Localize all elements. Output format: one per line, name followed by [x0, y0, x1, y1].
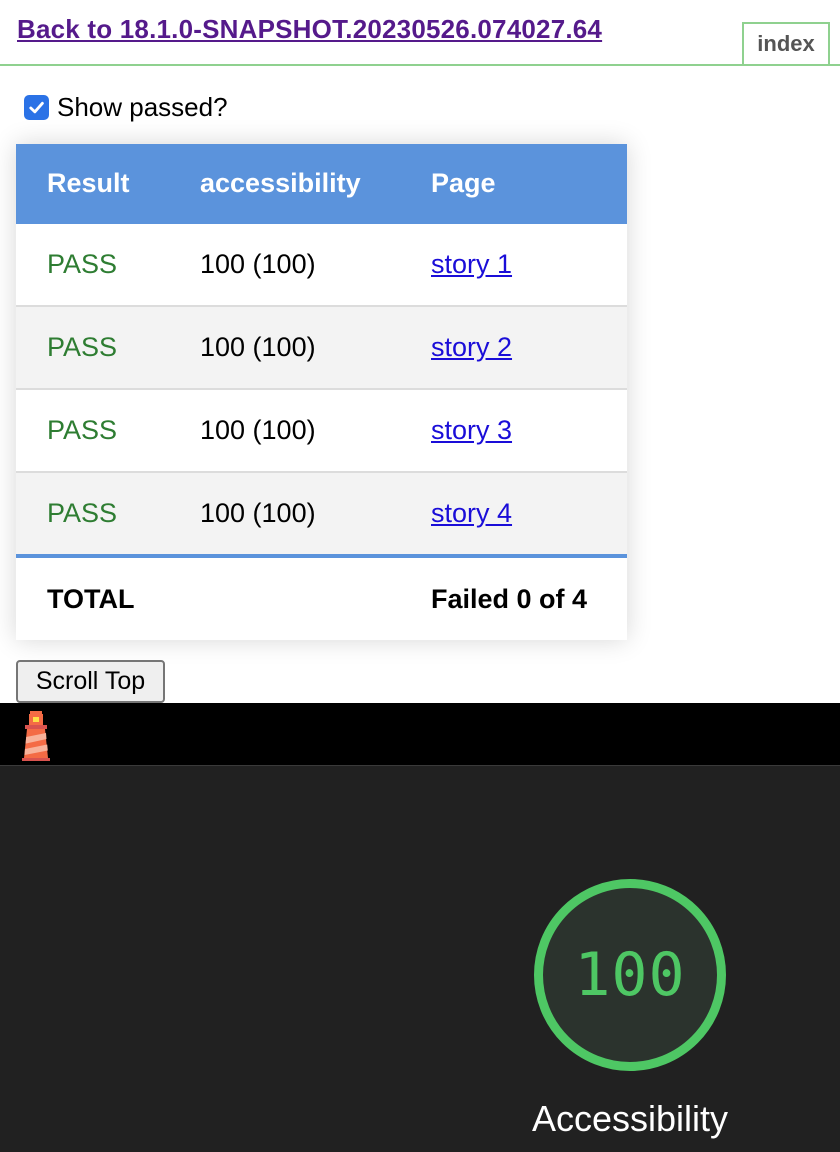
result-cell: PASS: [47, 498, 118, 528]
story-link[interactable]: story 3: [431, 415, 512, 446]
result-cell: PASS: [47, 332, 118, 362]
story-link[interactable]: story 2: [431, 332, 512, 363]
show-passed-checkbox[interactable]: [24, 94, 49, 120]
lighthouse-topbar: [0, 703, 840, 766]
results-table: Result accessibility Page PASS 100 (100)…: [16, 144, 627, 640]
accessibility-cell: 100 (100): [200, 332, 316, 362]
show-passed-label: Show passed?: [57, 91, 228, 122]
top-bar: Back to 18.1.0-SNAPSHOT.20230526.074027.…: [0, 0, 840, 66]
accessibility-cell: 100 (100): [200, 249, 316, 279]
show-passed-toggle[interactable]: Show passed?: [24, 90, 228, 124]
story-link[interactable]: story 1: [431, 249, 512, 280]
column-header-result: Result: [47, 168, 130, 198]
table-row: PASS 100 (100) story 1: [16, 224, 627, 307]
column-header-accessibility: accessibility: [200, 168, 361, 198]
gauge-category-label: Accessibility: [531, 1098, 729, 1139]
scroll-top-button[interactable]: Scroll Top: [16, 660, 165, 703]
total-summary: Failed 0 of 4: [431, 584, 588, 614]
table-row: PASS 100 (100) story 2: [16, 307, 627, 390]
table-row: PASS 100 (100) story 4: [16, 473, 627, 558]
column-header-page: Page: [431, 168, 496, 198]
accessibility-cell: 100 (100): [200, 498, 316, 528]
back-to-build-link[interactable]: Back to 18.1.0-SNAPSHOT.20230526.074027.…: [17, 14, 602, 45]
table-header: Result accessibility Page: [16, 144, 627, 224]
total-label: TOTAL: [47, 584, 135, 614]
result-cell: PASS: [47, 249, 118, 279]
table-row: PASS 100 (100) story 3: [16, 390, 627, 473]
accessibility-score-gauge[interactable]: 100: [534, 879, 726, 1071]
score-value: 100: [574, 940, 686, 1010]
lighthouse-icon: [22, 711, 50, 761]
accessibility-cell: 100 (100): [200, 415, 316, 445]
result-cell: PASS: [47, 415, 118, 445]
checkmark-icon: [29, 101, 44, 113]
story-link[interactable]: story 4: [431, 498, 512, 529]
index-tab[interactable]: index: [742, 22, 830, 64]
total-row: TOTAL Failed 0 of 4: [16, 558, 627, 638]
